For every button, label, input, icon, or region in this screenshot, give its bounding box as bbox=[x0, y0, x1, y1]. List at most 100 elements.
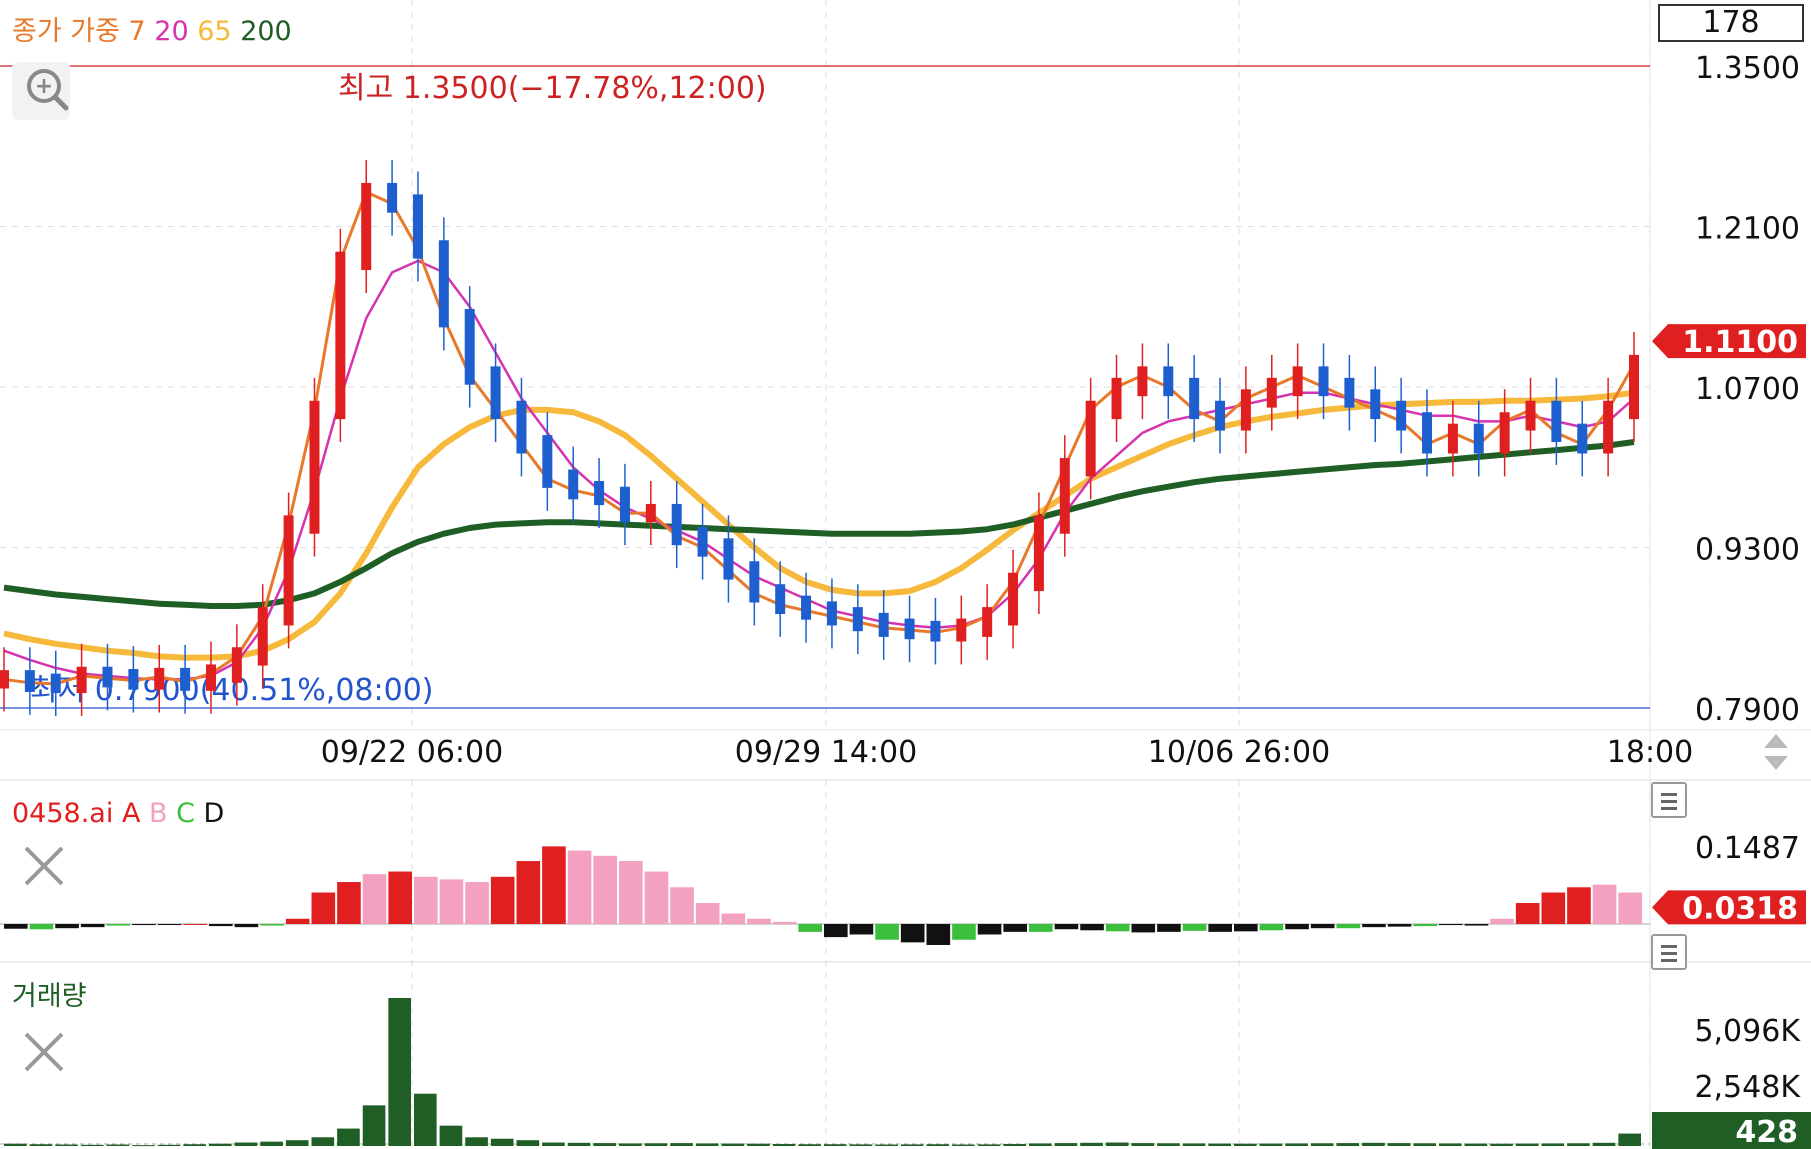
candle-body bbox=[982, 607, 993, 637]
volume-bar bbox=[1490, 1143, 1513, 1146]
indicator-bar bbox=[1413, 924, 1437, 927]
ma-legend: 종가 가중 7 20 65 200 bbox=[12, 16, 292, 47]
candle-body bbox=[645, 503, 656, 523]
candle-body bbox=[671, 503, 682, 546]
candle-body bbox=[619, 486, 630, 523]
indicator-bar bbox=[670, 887, 694, 924]
candle-body bbox=[1344, 377, 1355, 408]
candle-body bbox=[826, 601, 837, 626]
indicator-bar bbox=[234, 924, 259, 928]
candle-body bbox=[1447, 423, 1458, 454]
indicator-bar bbox=[1515, 903, 1540, 924]
indicator-bar bbox=[1003, 924, 1027, 932]
volume-bar bbox=[362, 1105, 386, 1146]
indicator-bar bbox=[926, 924, 951, 945]
price-tick-label: 1.2100 bbox=[1695, 212, 1800, 247]
candle-body bbox=[50, 673, 61, 694]
volume-bar bbox=[619, 1143, 642, 1146]
indicator-bar bbox=[285, 918, 310, 924]
volume-bar bbox=[772, 1143, 796, 1146]
volume-bar bbox=[1285, 1143, 1308, 1146]
volume-menu-button[interactable] bbox=[1651, 934, 1687, 970]
volume-bar bbox=[1208, 1143, 1231, 1146]
volume-bar bbox=[1259, 1143, 1283, 1146]
candle-body bbox=[387, 182, 398, 213]
candle-body bbox=[801, 595, 812, 620]
indicator-bar bbox=[439, 879, 464, 924]
candle-body bbox=[1033, 515, 1044, 592]
scroll-up-icon bbox=[1764, 734, 1788, 748]
indicator-tick-label: 0.1487 bbox=[1695, 831, 1800, 866]
volume-bar bbox=[209, 1143, 232, 1146]
indicator-bar bbox=[824, 924, 848, 938]
candle-body bbox=[335, 251, 346, 420]
indicator-bar bbox=[772, 921, 797, 924]
indicator-bar bbox=[900, 924, 925, 943]
indicator-current-label: 0.0318 bbox=[1682, 891, 1798, 926]
volume-bar bbox=[337, 1128, 360, 1146]
volume-bar bbox=[1618, 1133, 1641, 1146]
candle-body bbox=[542, 435, 553, 488]
volume-bar bbox=[1234, 1143, 1257, 1146]
indicator-bar bbox=[567, 850, 592, 924]
candle-body bbox=[749, 561, 760, 603]
candle-body bbox=[697, 526, 708, 557]
candle-body bbox=[516, 400, 527, 454]
volume-bar bbox=[490, 1138, 514, 1146]
volume-tick-label: 5,096K bbox=[1694, 1014, 1801, 1049]
indicator-bar bbox=[695, 903, 720, 924]
indicator-bar bbox=[1234, 924, 1258, 932]
indicator-bar bbox=[798, 924, 822, 932]
candle-body bbox=[1473, 423, 1484, 454]
volume-bar bbox=[465, 1137, 488, 1146]
candle-count-badge[interactable]: 178 bbox=[1658, 4, 1804, 42]
volume-bar bbox=[593, 1143, 616, 1146]
indicator-bar bbox=[1080, 924, 1104, 931]
indicator-bar bbox=[414, 876, 438, 924]
volume-bar bbox=[1157, 1143, 1180, 1146]
indicator-bar bbox=[747, 918, 771, 924]
indicator-bar bbox=[388, 871, 412, 924]
volume-bar bbox=[1182, 1143, 1206, 1146]
volume-tick-label: 2,548K bbox=[1694, 1070, 1801, 1105]
indicator-bar bbox=[1592, 884, 1617, 924]
volume-bar bbox=[644, 1143, 668, 1146]
indicator-bar bbox=[1387, 924, 1412, 927]
chart-stage: 1.3500 1.2100 1.0700 0.9300 0.7900 종가 가중 7 20… bbox=[0, 0, 1811, 1149]
candle-body bbox=[1499, 412, 1510, 454]
indicator-bar bbox=[1182, 924, 1207, 931]
indicator-bar bbox=[209, 924, 233, 927]
candle-body bbox=[775, 584, 786, 614]
volume-bar bbox=[567, 1142, 591, 1146]
volume-bar bbox=[183, 1144, 206, 1146]
candle-body bbox=[956, 618, 967, 642]
indicator-menu-button[interactable] bbox=[1651, 782, 1687, 818]
indicator-bar bbox=[1131, 924, 1156, 933]
candle-body bbox=[878, 612, 889, 637]
indicator-bar bbox=[1362, 924, 1386, 928]
candle-body bbox=[361, 182, 372, 271]
indicator-bar bbox=[1029, 924, 1053, 932]
candle-body bbox=[1266, 377, 1277, 408]
candle-body bbox=[594, 481, 605, 506]
zoom-icon-plus: + bbox=[35, 74, 53, 99]
candle-body bbox=[257, 607, 268, 666]
candle-body bbox=[24, 670, 35, 692]
indicator-bar bbox=[1285, 924, 1309, 930]
candle-body bbox=[1577, 423, 1588, 454]
volume-bar bbox=[4, 1143, 27, 1146]
price-tick-label: 0.9300 bbox=[1695, 533, 1800, 568]
candle-body bbox=[852, 607, 863, 632]
indicator-bar bbox=[132, 924, 156, 926]
volume-bar bbox=[1413, 1143, 1436, 1146]
indicator-bar bbox=[260, 924, 284, 926]
ma-line-7 bbox=[3, 190, 1636, 686]
candle-body bbox=[283, 515, 294, 626]
indicator-bar bbox=[977, 924, 1002, 935]
candle-body bbox=[412, 194, 423, 259]
volume-bar bbox=[1464, 1143, 1488, 1146]
volume-bar bbox=[132, 1145, 155, 1147]
volume-bar bbox=[157, 1144, 181, 1146]
volume-bar bbox=[1439, 1143, 1462, 1146]
indicator-bar bbox=[80, 924, 105, 928]
